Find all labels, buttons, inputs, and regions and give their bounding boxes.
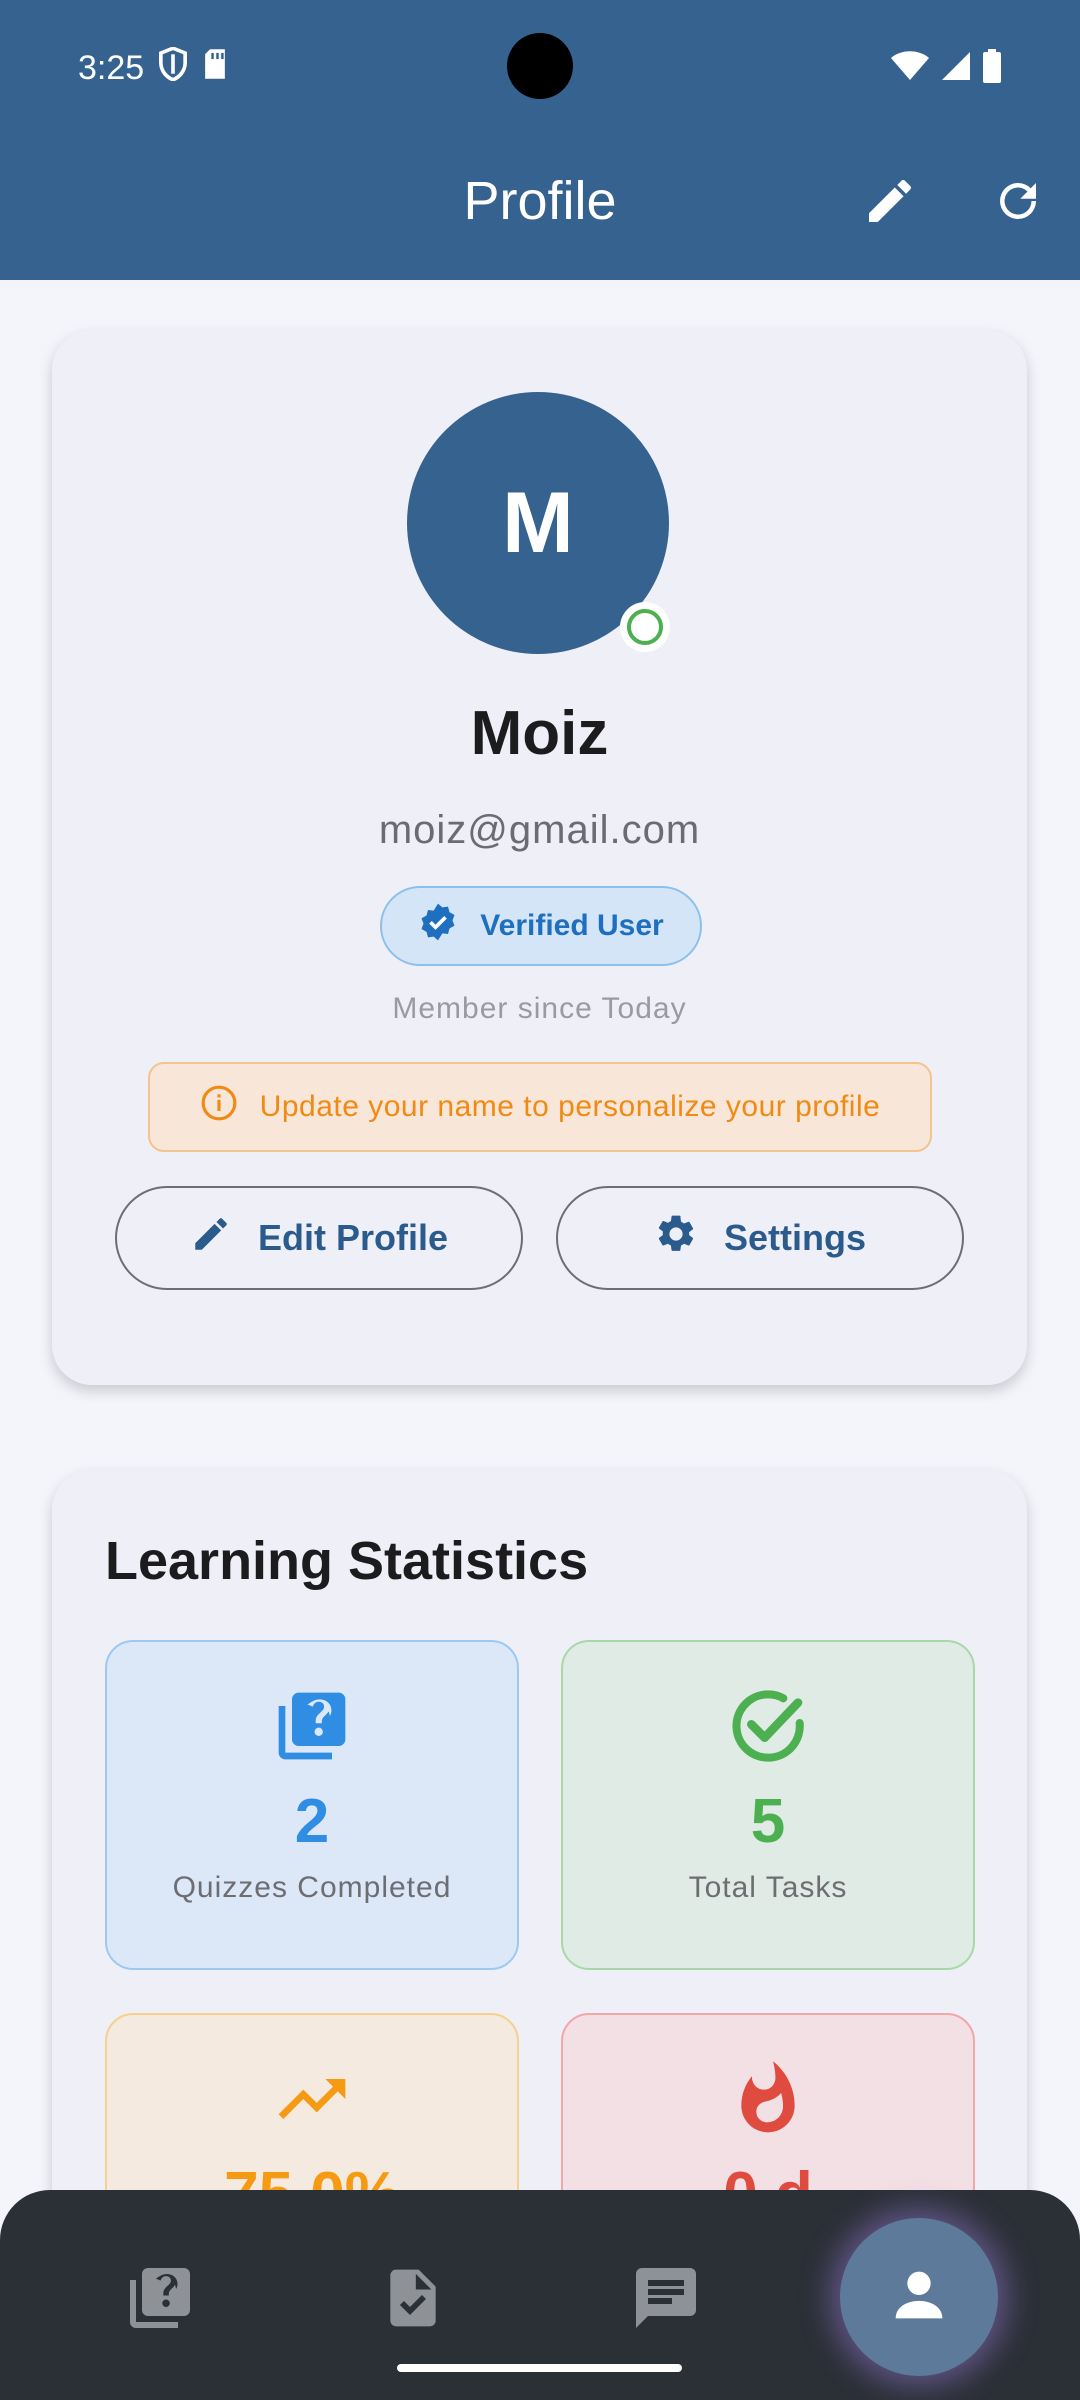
tasks-value: 5 — [750, 1787, 786, 1856]
tasks-icon — [379, 2264, 447, 2337]
verified-label: Verified User — [480, 909, 664, 942]
edit-profile-button[interactable]: Edit Profile — [115, 1186, 523, 1290]
profile-icon — [884, 2260, 954, 2335]
sd-card-icon — [202, 48, 228, 89]
info-icon — [200, 1084, 238, 1130]
home-indicator — [397, 2364, 682, 2372]
profile-email: moiz@gmail.com — [378, 808, 701, 852]
refresh-button[interactable] — [983, 168, 1053, 238]
wifi-icon — [890, 50, 930, 87]
trending-up-icon — [272, 2059, 352, 2139]
verified-icon — [418, 902, 458, 950]
stats-title: Learning Statistics — [105, 1531, 589, 1591]
profile-notice: Update your name to personalize your pro… — [148, 1062, 932, 1152]
quiz-icon — [272, 1686, 352, 1766]
battery-icon — [982, 48, 1002, 88]
tasks-label: Total Tasks — [688, 1871, 848, 1904]
profile-name: Moiz — [470, 699, 609, 768]
shield-icon — [158, 45, 188, 90]
nav-tasks[interactable] — [373, 2260, 453, 2340]
check-circle-icon — [728, 1686, 808, 1766]
app-bar: 3:25 Profile — [0, 0, 1080, 280]
quiz-icon — [124, 2262, 196, 2339]
edit-button[interactable] — [855, 168, 925, 238]
status-time: 3:25 — [78, 48, 145, 87]
settings-button[interactable]: Settings — [556, 1186, 964, 1290]
nav-profile[interactable] — [840, 2218, 998, 2376]
member-since: Member since Today — [392, 992, 687, 1025]
stat-tile-quizzes: 2 Quizzes Completed — [105, 1640, 519, 1970]
verified-badge: Verified User — [380, 886, 702, 966]
online-indicator — [620, 602, 670, 652]
fire-icon — [728, 2059, 808, 2139]
nav-quizzes[interactable] — [120, 2260, 200, 2340]
profile-card: M Moiz moiz@gmail.com Verified User Memb… — [52, 330, 1027, 1385]
chat-icon — [630, 2262, 702, 2339]
pencil-icon — [190, 1213, 232, 1264]
status-bar: 3:25 — [78, 40, 1002, 96]
pencil-icon — [862, 173, 918, 234]
gear-icon — [654, 1212, 698, 1265]
refresh-icon — [991, 174, 1045, 233]
stat-tile-tasks: 5 Total Tasks — [561, 1640, 975, 1970]
edit-profile-label: Edit Profile — [257, 1217, 449, 1258]
quizzes-value: 2 — [294, 1787, 330, 1856]
settings-label: Settings — [723, 1217, 866, 1258]
nav-chat[interactable] — [626, 2260, 706, 2340]
signal-icon — [940, 50, 972, 87]
notice-text: Update your name to personalize your pro… — [259, 1090, 881, 1123]
quizzes-label: Quizzes Completed — [172, 1871, 452, 1904]
